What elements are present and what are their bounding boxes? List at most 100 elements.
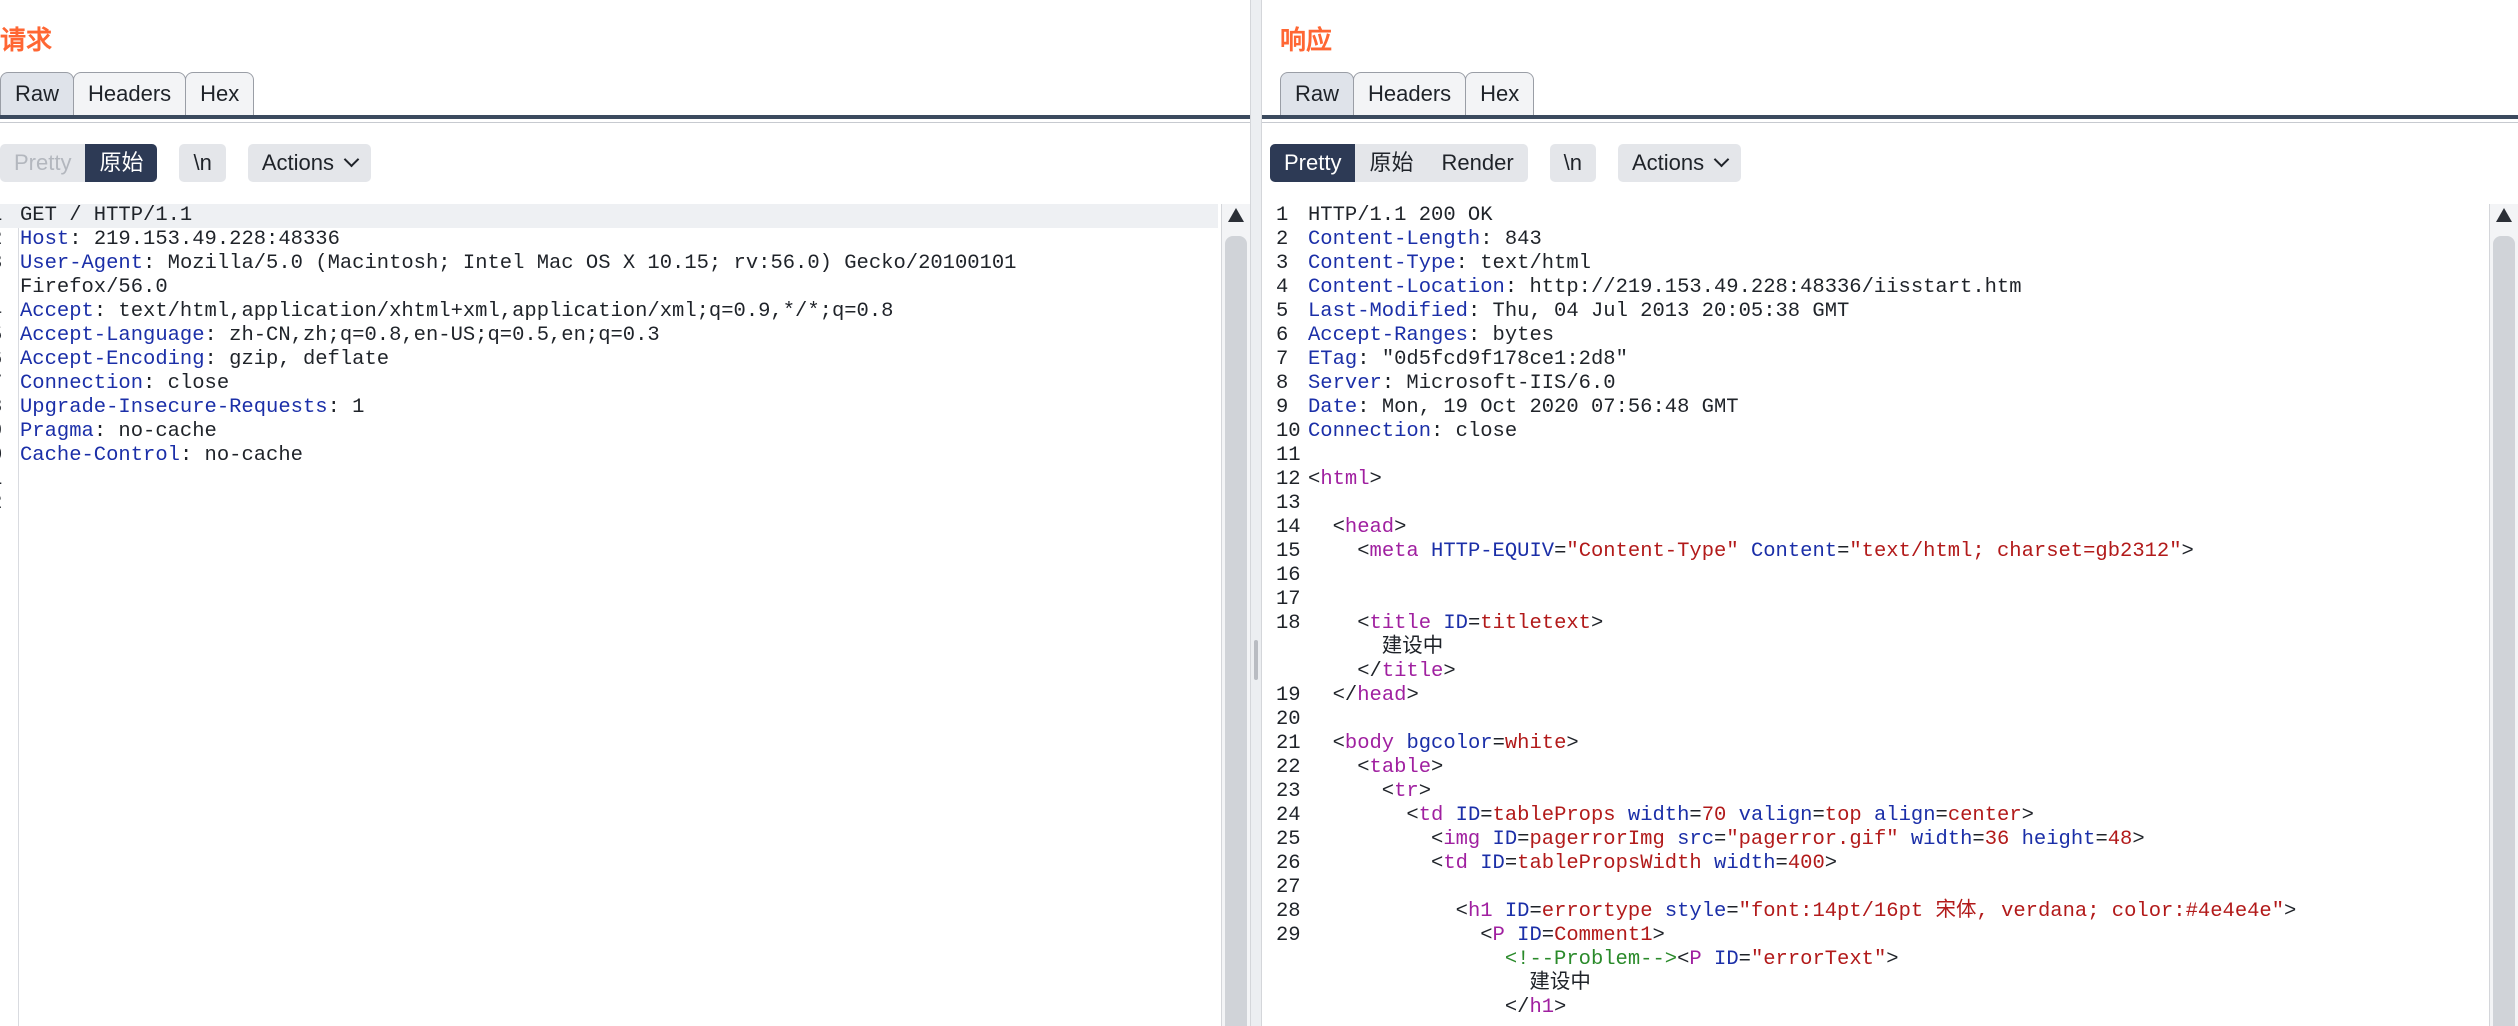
code-line: 2 [0, 492, 1218, 516]
request-scroll-thumb[interactable] [1225, 236, 1247, 1026]
header-colon: : [1455, 252, 1468, 275]
code-token: "errorText" [1750, 948, 1887, 971]
code-token: html [1320, 468, 1370, 491]
code-token: img [1443, 828, 1481, 851]
header-value: Microsoft-IIS/6.0 [1394, 372, 1616, 395]
code-line: 22 <table> [1262, 756, 2486, 780]
code-token: width [1910, 828, 1973, 851]
code-line: 7Connection: close [0, 372, 1218, 396]
request-view-pretty[interactable]: Pretty [0, 144, 85, 182]
line-text: Firefox/56.0 [20, 276, 168, 299]
code-token: tableProps [1492, 804, 1616, 827]
code-token: < [1308, 732, 1345, 755]
request-scrollbar[interactable] [1221, 204, 1250, 1026]
code-token: < [1308, 780, 1395, 803]
code-token: = [1775, 852, 1788, 875]
response-view-render[interactable]: Render [1427, 144, 1527, 182]
code-token: src [1677, 828, 1715, 851]
line-content: Accept: text/html,application/xhtml+xml,… [20, 300, 893, 324]
header-colon: : [204, 324, 217, 347]
line-content: ETag: "0d5fcd9f178ce1:2d8" [1308, 348, 1628, 372]
code-token: head [1357, 684, 1407, 707]
code-token: ID [1504, 900, 1530, 923]
code-token: < [1308, 900, 1468, 923]
request-actions-button[interactable]: Actions [247, 144, 371, 182]
header-name: Last-Modified [1308, 300, 1468, 323]
line-number: 29 [1276, 924, 1301, 947]
header-colon: : [93, 420, 107, 443]
code-token: = [1467, 612, 1481, 635]
code-token: = [1726, 900, 1739, 923]
request-title: 请求 [0, 25, 53, 55]
code-token: ID [1455, 804, 1481, 827]
response-newline-button[interactable]: \n [1549, 144, 1596, 182]
response-view-raw[interactable]: 原始 [1355, 144, 1427, 182]
line-number: 4 [1276, 276, 1289, 299]
code-line: 23 <tr> [1262, 780, 2486, 804]
request-tab-headers[interactable]: Headers [73, 72, 187, 115]
pane-splitter[interactable] [1250, 0, 1262, 1026]
line-content: Accept-Encoding: gzip, deflate [20, 348, 389, 372]
response-pane: 响应 Raw Headers Hex Pretty 原始 Render \n A… [1262, 0, 2518, 1026]
header-colon: : [1504, 276, 1518, 299]
code-token: = [1554, 540, 1567, 563]
request-view-raw[interactable]: 原始 [85, 144, 158, 182]
header-name: Accept-Language [20, 324, 205, 347]
response-scrollbar[interactable] [2489, 204, 2518, 1026]
code-token: ID [1480, 852, 1505, 875]
header-value: 1 [339, 396, 365, 419]
response-tab-raw[interactable]: Raw [1280, 72, 1355, 115]
code-line: 4 Content-Location: http://219.153.49.228… [1262, 276, 2486, 300]
code-line: 13 [1262, 492, 2486, 516]
response-tab-headers[interactable]: Headers [1353, 72, 1467, 115]
splitter-grip-icon[interactable] [1254, 640, 1258, 680]
line-content: <html> [1308, 468, 1382, 492]
code-token: "font:14pt/16pt 宋体, verdana; color:#4e4e… [1738, 900, 2285, 923]
code-token: ID [1492, 828, 1518, 851]
response-actions-button[interactable]: Actions [1618, 144, 1742, 182]
header-value: close [1443, 420, 1518, 443]
header-colon: : [1357, 348, 1370, 371]
response-view-pretty[interactable]: Pretty [1270, 144, 1356, 182]
response-tab-divider [1262, 122, 2518, 123]
line-content: Content-Length: 843 [1308, 228, 1542, 252]
code-token: width [1627, 804, 1690, 827]
request-view-toggle: Pretty 原始 [0, 144, 158, 182]
response-editor[interactable]: 1 HTTP/1.1 200 OK 2 Content-Length: 843 3 Con… [1262, 204, 2518, 1026]
line-number: 12 [1276, 468, 1301, 491]
code-token: < [1308, 468, 1321, 491]
code-line: Firefox/56.0 [0, 276, 1218, 300]
header-value: no-cache [192, 444, 303, 467]
scroll-up-icon[interactable] [1228, 208, 1244, 222]
request-tab-raw[interactable]: Raw [0, 72, 75, 115]
code-line: 9 Date: Mon, 19 Oct 2020 07:56:48 GMT [1262, 396, 2486, 420]
code-token: > [1652, 924, 1665, 947]
response-tab-hex[interactable]: Hex [1465, 72, 1535, 115]
line-content: Last-Modified: Thu, 04 Jul 2013 20:05:38… [1308, 300, 1849, 324]
request-newline-button[interactable]: \n [179, 144, 226, 182]
code-line: 18 <title ID=titletext> [1262, 612, 2486, 636]
line-number: 24 [1276, 804, 1301, 827]
request-tab-hex[interactable]: Hex [185, 72, 255, 115]
header-name: Pragma [20, 420, 94, 443]
code-token: "text/html; charset=gb2312" [1849, 540, 2182, 563]
code-line: 6 Accept-Ranges: bytes [1262, 324, 2486, 348]
line-number [1262, 660, 1308, 684]
code-token: table [1369, 756, 1432, 779]
request-editor[interactable]: 1GET / HTTP/1.12Host: 219.153.49.228:483… [0, 204, 1250, 1026]
header-value: text/html [1467, 252, 1591, 275]
response-scroll-thumb[interactable] [2493, 236, 2515, 1026]
code-token: bgcolor [1406, 732, 1493, 755]
code-token: = [1812, 804, 1825, 827]
scroll-up-icon[interactable] [2496, 208, 2512, 222]
line-content: Pragma: no-cache [20, 420, 217, 444]
code-line: 29 <P ID=Comment1> [1262, 924, 2486, 948]
code-token: > [1394, 516, 1407, 539]
header-colon: : [143, 252, 156, 275]
header-value: http://219.153.49.228:48336/iisstart.htm [1517, 276, 2022, 299]
